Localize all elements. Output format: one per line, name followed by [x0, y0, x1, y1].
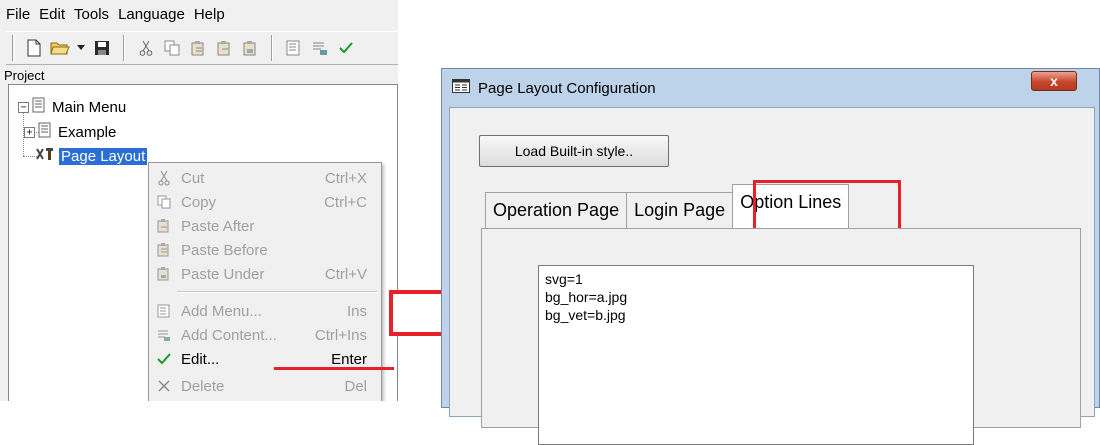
tree-item-label: Main Menu [52, 98, 127, 116]
dialog-title-bar[interactable]: Page Layout Configuration x [442, 69, 1099, 107]
menu-item-label: Paste Under [181, 265, 265, 283]
menu-item-shortcut: Del [344, 377, 367, 395]
menu-item-label: Add Content... [181, 326, 277, 344]
menu-document-icon [32, 97, 46, 117]
context-menu-cut[interactable]: Cut Ctrl+X [149, 166, 381, 190]
tree-item-label: Page Layout [59, 147, 148, 165]
menu-item-label: Copy [181, 193, 217, 211]
paste-after-icon[interactable] [213, 36, 235, 60]
menu-item-label: Paste After [181, 217, 255, 235]
context-menu-paste-under[interactable]: Paste Under Ctrl+V [149, 262, 381, 286]
toolbar-separator [271, 35, 273, 61]
menu-item-shortcut: Enter [331, 350, 367, 368]
dropdown-arrow-icon[interactable] [75, 36, 87, 60]
paste-before-icon[interactable] [187, 36, 209, 60]
menu-document-icon [38, 122, 52, 142]
toolbar [6, 31, 398, 65]
tab-operation-page[interactable]: Operation Page [485, 192, 628, 228]
load-builtin-style-button[interactable]: Load Built-in style.. [479, 135, 669, 167]
scissors-icon [151, 170, 177, 186]
menu-edit[interactable]: Edit [39, 6, 65, 23]
menu-item-shortcut: Ctrl+X [324, 169, 367, 187]
menu-file[interactable]: File [6, 6, 30, 23]
menu-item-shortcut: Ctrl+Ins [314, 326, 367, 344]
copy-icon [151, 195, 177, 209]
context-menu: Cut Ctrl+X Copy Ctrl+C Paste After Paste… [148, 162, 382, 401]
menu-separator [177, 291, 377, 293]
menu-item-label: Add Menu... [181, 302, 262, 320]
menu-item-label: Delete [181, 377, 225, 395]
project-panel-label: Project [4, 68, 45, 83]
paste-before-icon [151, 243, 177, 257]
expand-icon[interactable]: + [24, 126, 35, 138]
tab-panel-option-lines: svg=1 bg_hor=a.jpg bg_vet=b.jpg [481, 228, 1081, 445]
option-lines-textarea[interactable]: svg=1 bg_hor=a.jpg bg_vet=b.jpg [538, 265, 974, 445]
option-line: bg_vet=b.jpg [545, 307, 626, 323]
page-layout-dialog: Page Layout Configuration x Load Built-i… [441, 68, 1100, 445]
annotation-highlight-box [753, 180, 901, 232]
dialog-title: Page Layout Configuration [478, 79, 656, 97]
menu-item-shortcut: Ctrl+C [324, 193, 367, 211]
toolbar-separator [123, 35, 125, 61]
menu-tools[interactable]: Tools [74, 6, 109, 23]
tree-item-label: Example [58, 123, 117, 141]
context-menu-copy[interactable]: Copy Ctrl+C [149, 190, 381, 214]
option-line: svg=1 [545, 271, 583, 287]
menu-bar: File Edit Tools Language Help [0, 0, 398, 28]
paste-under-icon [151, 267, 177, 281]
new-file-icon[interactable] [23, 36, 45, 60]
add-menu-icon [151, 304, 177, 318]
paste-after-icon [151, 219, 177, 233]
menu-item-label: Edit... [181, 350, 220, 368]
dialog-body: Load Built-in style.. Operation Page Log… [449, 107, 1095, 445]
menu-item-label: Paste Before [181, 241, 268, 259]
collapse-icon[interactable]: − [18, 101, 29, 113]
tree-item-page-layout[interactable]: Page Layout [35, 146, 148, 166]
context-menu-delete[interactable]: Delete Del [149, 374, 381, 398]
option-line: bg_hor=a.jpg [545, 289, 628, 305]
save-icon[interactable] [91, 36, 113, 60]
copy-icon[interactable] [161, 36, 183, 60]
toolbar-grip[interactable] [12, 35, 15, 61]
tree-item-main-menu[interactable]: − Main Menu [18, 97, 126, 117]
context-menu-add-content[interactable]: Add Content... Ctrl+Ins [149, 323, 381, 347]
context-menu-paste-after[interactable]: Paste After [149, 214, 381, 238]
editor-window: File Edit Tools Language Help Project − … [0, 0, 398, 401]
add-content-icon[interactable] [309, 36, 331, 60]
context-menu-paste-before[interactable]: Paste Before [149, 238, 381, 262]
paste-under-icon[interactable] [239, 36, 261, 60]
add-content-icon [151, 328, 177, 342]
menu-help[interactable]: Help [194, 6, 225, 23]
menu-item-shortcut: Ins [346, 302, 367, 320]
annotation-underline [274, 367, 394, 370]
close-button[interactable]: x [1031, 71, 1077, 91]
tools-icon [35, 146, 57, 166]
context-menu-add-menu[interactable]: Add Menu... Ins [149, 299, 381, 323]
window-layout-icon [452, 79, 470, 97]
menu-item-label: Cut [181, 169, 205, 187]
cut-icon[interactable] [135, 36, 157, 60]
add-menu-icon[interactable] [283, 36, 305, 60]
menu-item-shortcut: Ctrl+V [324, 265, 367, 283]
menu-language[interactable]: Language [118, 6, 185, 23]
tab-login-page[interactable]: Login Page [626, 192, 734, 228]
open-folder-icon[interactable] [49, 36, 71, 60]
tree-item-example[interactable]: + Example [24, 122, 116, 142]
checkmark-icon[interactable] [335, 36, 357, 60]
checkmark-icon [151, 353, 177, 365]
delete-x-icon [151, 380, 177, 392]
